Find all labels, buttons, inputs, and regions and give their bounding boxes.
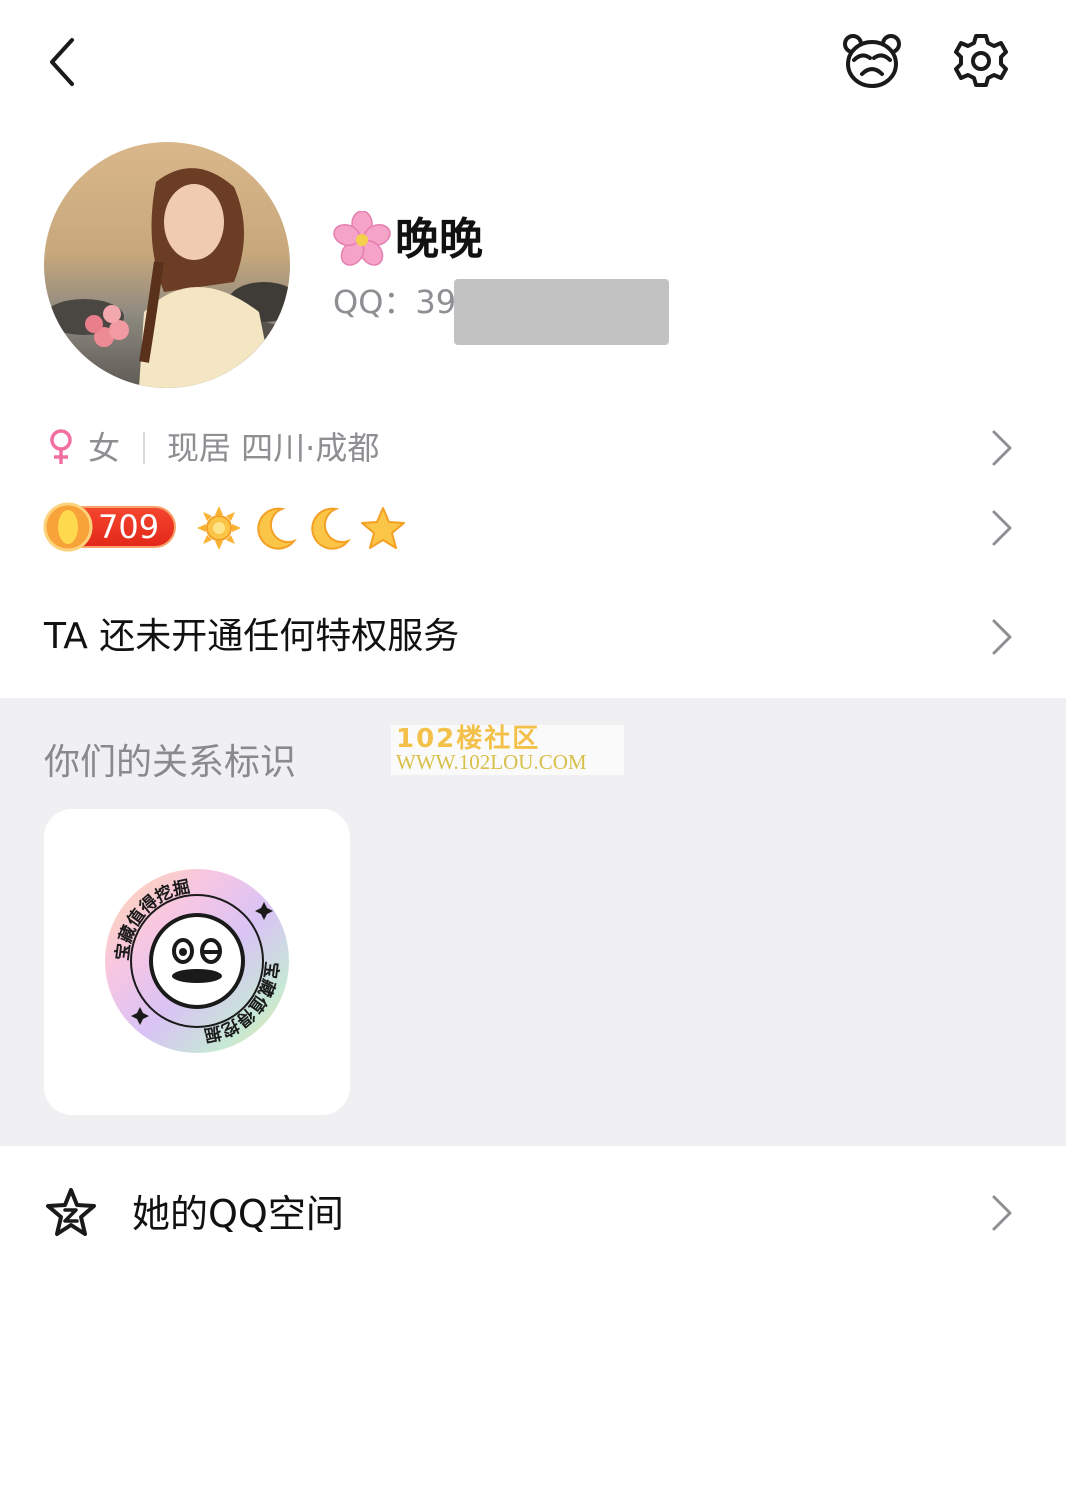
back-button[interactable]	[44, 32, 84, 92]
divider	[143, 432, 145, 464]
gender-label: 女	[88, 429, 121, 467]
qzone-link[interactable]: 她的QQ空间	[132, 1188, 344, 1240]
pet-button[interactable]	[840, 30, 904, 92]
qq-number: QQ：39	[333, 283, 457, 321]
residence-label: 现居 四川·成都	[167, 429, 380, 467]
profile-page: 晚晚 QQ：39 女 现居 四川·成都 709 TA 还未开通任何特权服务 你们…	[0, 0, 1066, 1500]
sun-icon	[196, 505, 242, 551]
cherry-blossom-icon	[333, 210, 391, 269]
info-row-chevron-icon[interactable]	[988, 428, 1014, 468]
privilege-chevron-icon[interactable]	[988, 617, 1014, 657]
moon-icon	[306, 505, 352, 551]
avatar-photo	[44, 142, 290, 388]
relation-section-title: 你们的关系标识	[44, 742, 297, 783]
qzone-chevron-icon[interactable]	[988, 1193, 1014, 1233]
female-icon	[47, 428, 75, 466]
moon-icon	[252, 505, 298, 551]
bear-face-icon	[843, 34, 901, 88]
avatar[interactable]	[44, 142, 290, 388]
chevron-left-icon	[50, 38, 74, 86]
privilege-status[interactable]: TA 还未开通任何特权服务	[44, 612, 459, 662]
gear-icon	[954, 34, 1008, 87]
watermark-url: WWW.102LOU.COM	[396, 750, 587, 774]
qzone-star-icon	[44, 1186, 98, 1240]
nickname: 晚晚	[395, 214, 483, 265]
coin-icon	[43, 502, 93, 552]
level-value: 709	[98, 508, 160, 546]
qq-number-mask	[454, 279, 669, 345]
relation-badge: 宝藏值得挖掘 宝藏值得挖掘	[104, 868, 290, 1054]
star-icon	[360, 505, 406, 551]
level-row-chevron-icon[interactable]	[988, 508, 1014, 548]
settings-button[interactable]	[950, 30, 1012, 92]
